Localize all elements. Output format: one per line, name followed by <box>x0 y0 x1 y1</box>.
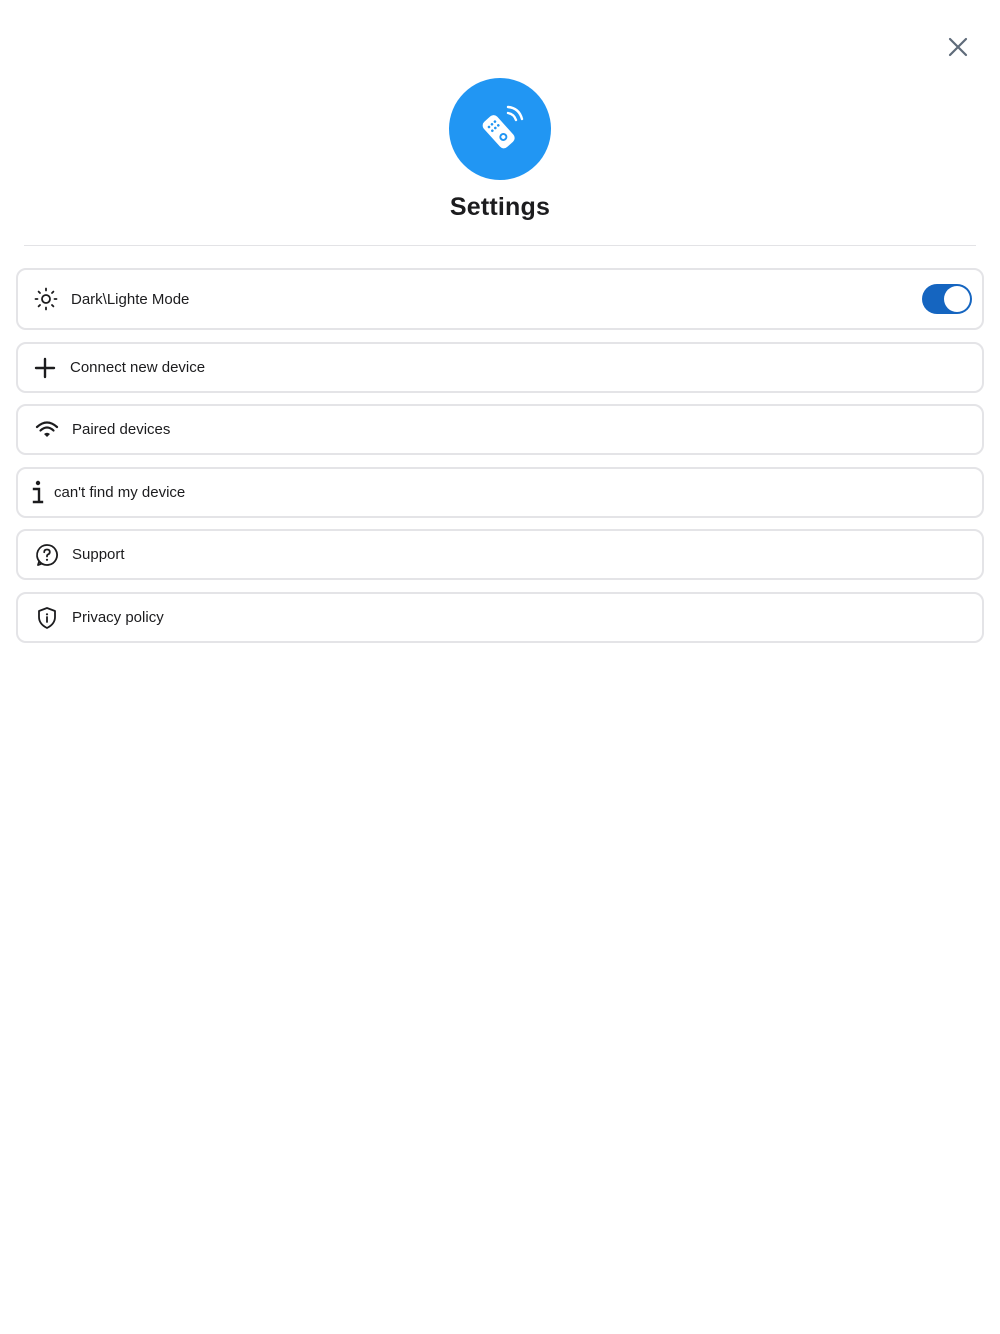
settings-item-connect-new-device[interactable]: Connect new device <box>16 342 984 393</box>
settings-item-label: can't find my device <box>54 484 186 501</box>
settings-item-label: Paired devices <box>72 421 171 438</box>
remote-control-icon <box>482 105 524 149</box>
settings-item-dark-light-mode[interactable]: Dark\Lighte Mode <box>16 268 984 330</box>
settings-item-cant-find-device[interactable]: can't find my device <box>16 467 984 518</box>
settings-item-label: Connect new device <box>70 359 206 376</box>
settings-item-support[interactable]: Support <box>16 529 984 580</box>
close-icon <box>948 37 968 57</box>
header-divider <box>24 245 976 246</box>
toggle-knob <box>944 286 970 312</box>
help-circle-icon <box>34 542 60 568</box>
close-button[interactable] <box>940 29 976 65</box>
app-logo <box>449 78 551 180</box>
dark-mode-toggle[interactable] <box>922 284 972 314</box>
info-icon <box>28 480 48 506</box>
plus-icon <box>32 355 58 381</box>
wifi-icon <box>34 417 60 443</box>
shield-info-icon <box>34 605 60 631</box>
settings-item-label: Privacy policy <box>72 609 164 626</box>
settings-item-paired-devices[interactable]: Paired devices <box>16 404 984 455</box>
settings-item-label: Dark\Lighte Mode <box>71 290 190 308</box>
settings-item-label: Support <box>72 546 125 563</box>
settings-item-privacy-policy[interactable]: Privacy policy <box>16 592 984 643</box>
sun-icon <box>33 286 59 312</box>
page-title: Settings <box>449 193 551 221</box>
